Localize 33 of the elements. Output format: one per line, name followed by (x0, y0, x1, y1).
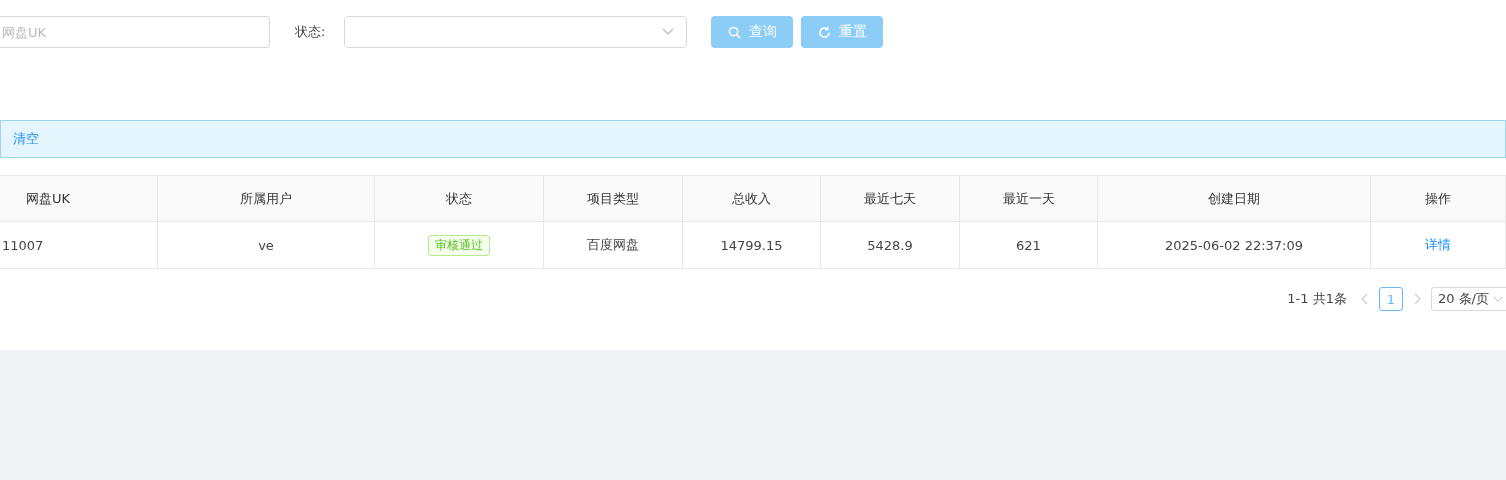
column-header: 最近一天 (960, 176, 1098, 221)
table-cell: 621 (1016, 237, 1041, 253)
search-icon (727, 25, 741, 39)
status-label: 状态: (295, 23, 327, 41)
total-count: 1-1 共1条 (1287, 290, 1347, 308)
column-header: 项目类型 (544, 176, 683, 221)
table-cell: 11007 (2, 237, 44, 253)
table-cell: 14799.15 (720, 237, 783, 253)
column-header: 所属用户 (158, 176, 375, 221)
column-header: 网盘UK (0, 176, 158, 221)
caret-icon (1493, 295, 1503, 303)
reset-button[interactable]: 重置 (801, 16, 883, 48)
column-header: 操作 (1371, 176, 1506, 221)
previous-page-icon[interactable] (1360, 293, 1369, 305)
column-header: 状态 (375, 176, 544, 221)
page-button[interactable]: 1 (1378, 287, 1403, 311)
caret-icon (662, 28, 674, 36)
next-page-icon[interactable] (1412, 293, 1421, 305)
query-button[interactable]: 查询 (711, 16, 793, 48)
uk-input-field[interactable]: 网盘UK (0, 16, 270, 48)
table-cell: 5428.9 (867, 237, 913, 253)
table-cell: ve (258, 237, 274, 253)
status-tag: 审核通过 (428, 234, 490, 256)
clear-link[interactable]: 清空 (13, 130, 39, 148)
refresh-icon (817, 25, 831, 39)
table-cell: 百度网盘 (587, 236, 639, 254)
column-header: 创建日期 (1098, 176, 1371, 221)
status-select[interactable] (344, 16, 687, 48)
column-header: 总收入 (683, 176, 821, 221)
details-link[interactable]: 详情 (1425, 236, 1451, 254)
column-header: 最近七天 (821, 176, 960, 221)
table-cell: 2025-06-02 22:37:09 (1164, 237, 1304, 253)
page-size-select[interactable]: 20 条/页 (1430, 287, 1506, 311)
